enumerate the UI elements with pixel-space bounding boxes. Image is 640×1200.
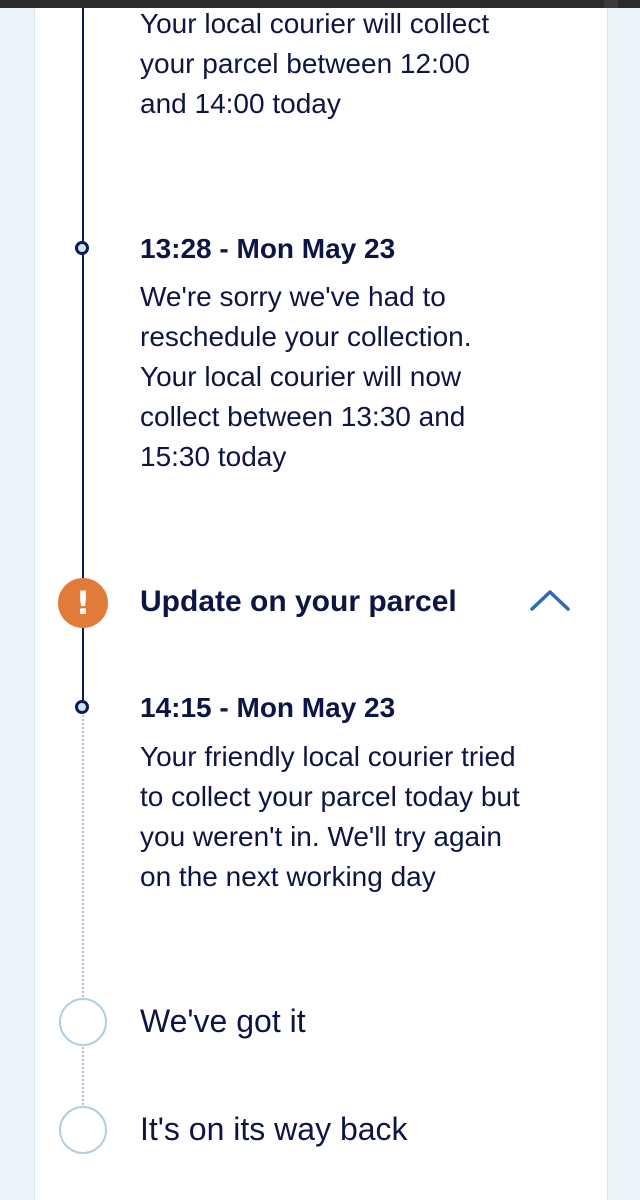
update-section-title[interactable]: Update on your parcel [140, 582, 457, 622]
pending-step-circle [59, 1106, 107, 1154]
event-timestamp-missed: 14:15 - Mon May 23 [140, 692, 396, 723]
pending-step-got-it: We've got it [140, 1003, 306, 1039]
timeline-line-pending [82, 708, 84, 1120]
pending-step-on-way-back: It's on its way back [140, 1111, 408, 1147]
timeline-dot [75, 700, 89, 714]
event-message-rescheduled: We're sorry we've had to reschedule your… [140, 281, 472, 472]
pending-step-circle [59, 998, 107, 1046]
event-timestamp-rescheduled: 13:28 - Mon May 23 [140, 233, 396, 264]
chevron-up-icon[interactable] [528, 584, 572, 614]
timeline-dot [75, 241, 89, 255]
event-message-collection-window: Your local courier will collect your par… [140, 8, 490, 119]
event-message-missed: Your friendly local courier tried to col… [140, 741, 520, 892]
exclamation-icon: ! [58, 578, 108, 628]
